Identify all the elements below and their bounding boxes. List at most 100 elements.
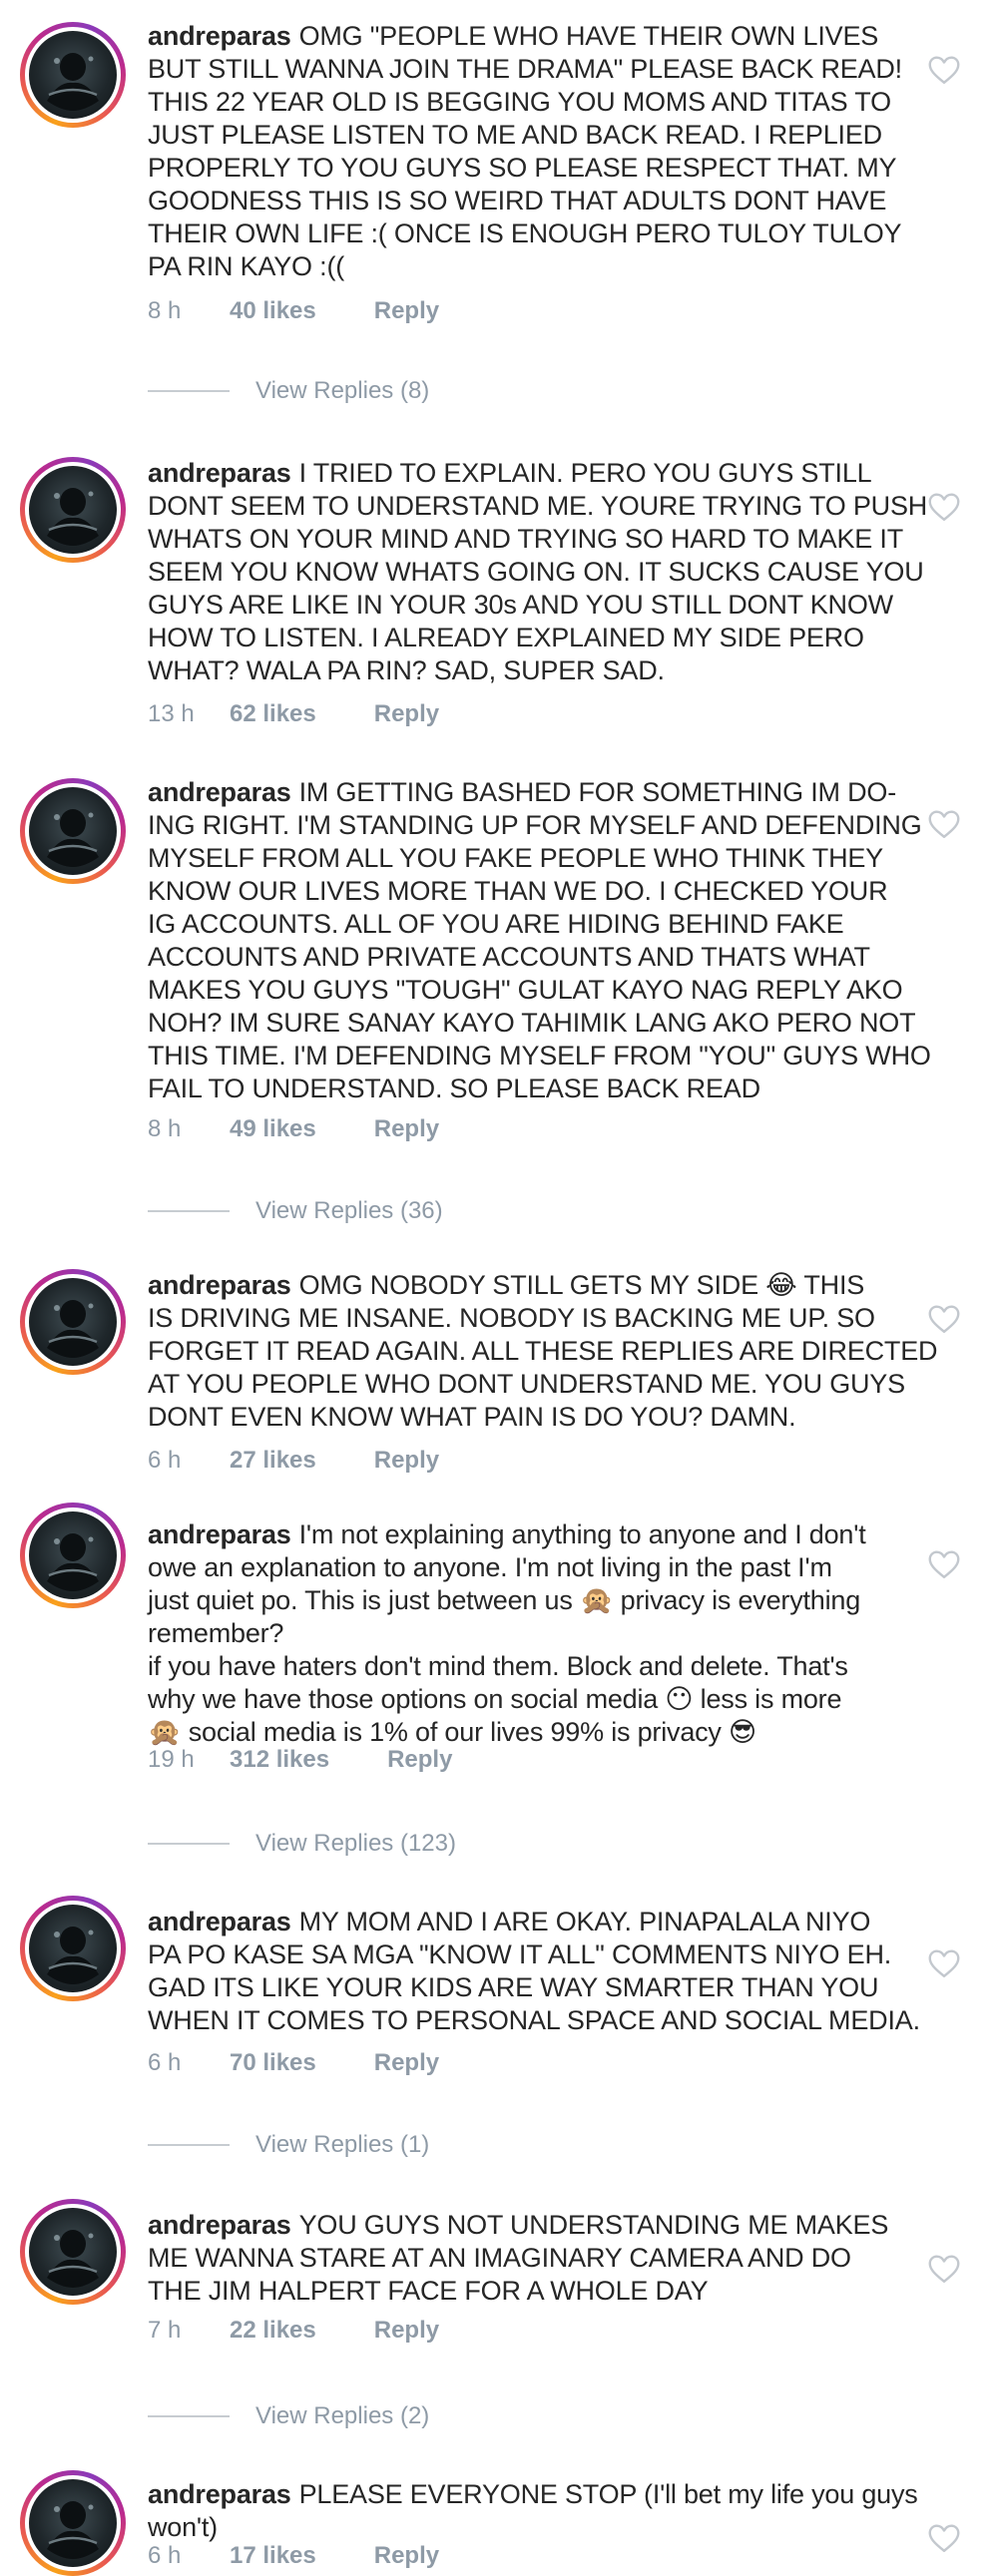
comment-line-text: WHATS ON YOUR MIND AND TRYING SO HARD TO…: [148, 524, 903, 554]
comment-line: PA RIN KAYO :((: [148, 250, 906, 283]
comment-line-text: KNOW OUR LIVES MORE THAN WE DO. I CHECKE…: [148, 876, 888, 906]
comment-text: andreparas PLEASE EVERYONE STOP (I'll bet…: [148, 2478, 918, 2544]
comment-line: why we have those options on social medi…: [148, 1683, 906, 1716]
view-replies-button[interactable]: View Replies (8): [148, 377, 429, 405]
comment-line: IS DRIVING ME INSANE. NOBODY IS BACKING …: [148, 1302, 906, 1335]
avatar[interactable]: [20, 22, 126, 128]
comment-line-text: PA RIN KAYO :((: [148, 251, 345, 281]
avatar[interactable]: [20, 1269, 126, 1375]
profile-photo: [29, 2208, 117, 2296]
replies-divider: [148, 2144, 230, 2146]
avatar[interactable]: [20, 457, 126, 563]
likes-count[interactable]: 17 likes: [230, 2542, 316, 2570]
like-heart-icon[interactable]: [926, 2251, 962, 2287]
comment-line: FAIL TO UNDERSTAND. SO PLEASE BACK READ: [148, 1073, 906, 1105]
username-link[interactable]: andreparas: [148, 1270, 291, 1300]
likes-count[interactable]: 70 likes: [230, 2049, 316, 2077]
comment-text: andreparas MY MOM AND I ARE OKAY. PINAPAL…: [148, 1906, 920, 2037]
reply-button[interactable]: Reply: [374, 1115, 439, 1143]
timestamp: 13 h: [148, 700, 195, 727]
comment-line-text: MYSELF FROM ALL YOU FAKE PEOPLE WHO THIN…: [148, 843, 883, 873]
comment-text: andreparas I TRIED TO EXPLAIN. PERO YOU G…: [148, 457, 927, 687]
comment-meta: 8 h 49 likes Reply: [148, 1115, 439, 1143]
username-link[interactable]: andreparas: [148, 2210, 291, 2240]
avatar[interactable]: [20, 2199, 126, 2305]
view-replies-label: View Replies (8): [255, 377, 430, 404]
username-link[interactable]: andreparas: [148, 21, 291, 51]
comment-text: andreparas I'm not explaining anything to…: [148, 1518, 906, 1749]
reply-button[interactable]: Reply: [374, 2317, 439, 2345]
like-heart-icon[interactable]: [926, 52, 962, 88]
profile-photo: [29, 1905, 117, 1992]
like-heart-icon[interactable]: [926, 1945, 962, 1981]
username-link[interactable]: andreparas: [148, 1907, 291, 1936]
comment-line: ME WANNA STARE AT AN IMAGINARY CAMERA AN…: [148, 2242, 906, 2275]
comment-line-text: AT YOU PEOPLE WHO DONT UNDERSTAND ME. YO…: [148, 1369, 905, 1399]
view-replies-label: View Replies (1): [255, 2131, 430, 2158]
view-replies-label: View Replies (123): [255, 1830, 456, 1857]
profile-photo: [29, 31, 117, 119]
avatar[interactable]: [20, 1503, 126, 1608]
comment-line: KNOW OUR LIVES MORE THAN WE DO. I CHECKE…: [148, 875, 906, 908]
comment-line-text: WHAT? WALA PA RIN? SAD, SUPER SAD.: [148, 655, 665, 685]
comment-line: andreparas MY MOM AND I ARE OKAY. PINAPAL…: [148, 1906, 906, 1938]
likes-count[interactable]: 40 likes: [230, 297, 316, 325]
comment-line: THIS 22 YEAR OLD IS BEGGING YOU MOMS AND…: [148, 86, 906, 119]
comment-line-text: PA PO KASE SA MGA "KNOW IT ALL" COMMENTS…: [148, 1939, 892, 1969]
comment-line: andreparas I TRIED TO EXPLAIN. PERO YOU G…: [148, 457, 906, 490]
username-link[interactable]: andreparas: [148, 1519, 291, 1549]
replies-divider: [148, 2415, 230, 2417]
comment-text: andreparas IM GETTING BASHED FOR SOMETHIN…: [148, 776, 931, 1105]
comment-line-text: THIS 22 YEAR OLD IS BEGGING YOU MOMS AND…: [148, 87, 891, 117]
timestamp: 7 h: [148, 2317, 182, 2344]
like-heart-icon[interactable]: [926, 1546, 962, 1582]
view-replies-button[interactable]: View Replies (123): [148, 1830, 456, 1858]
comment-line-text: HOW TO LISTEN. I ALREADY EXPLAINED MY SI…: [148, 623, 864, 652]
comment-line: remember?: [148, 1617, 906, 1650]
likes-count[interactable]: 312 likes: [230, 1746, 329, 1774]
avatar[interactable]: [20, 1896, 126, 2001]
avatar[interactable]: [20, 2470, 126, 2576]
like-heart-icon[interactable]: [926, 1301, 962, 1337]
reply-button[interactable]: Reply: [374, 1447, 439, 1475]
comment-meta: 6 h 27 likes Reply: [148, 1447, 439, 1475]
view-replies-button[interactable]: View Replies (2): [148, 2402, 429, 2430]
comment-line: AT YOU PEOPLE WHO DONT UNDERSTAND ME. YO…: [148, 1368, 906, 1401]
reply-button[interactable]: Reply: [387, 1746, 452, 1774]
avatar[interactable]: [20, 778, 126, 884]
comment-line-text: ME WANNA STARE AT AN IMAGINARY CAMERA AN…: [148, 2243, 851, 2273]
comment-line: won't): [148, 2511, 906, 2544]
view-replies-button[interactable]: View Replies (36): [148, 1197, 443, 1225]
like-heart-icon[interactable]: [926, 2520, 962, 2556]
likes-count[interactable]: 62 likes: [230, 700, 316, 728]
like-heart-icon[interactable]: [926, 806, 962, 842]
comment-line: andreparas IM GETTING BASHED FOR SOMETHIN…: [148, 776, 906, 809]
likes-count[interactable]: 49 likes: [230, 1115, 316, 1143]
comment-line-text: just quiet po. This is just between us 🙊…: [148, 1585, 861, 1615]
reply-button[interactable]: Reply: [374, 2542, 439, 2570]
comment-text: andreparas YOU GUYS NOT UNDERSTANDING ME …: [148, 2209, 906, 2308]
likes-count[interactable]: 27 likes: [230, 1447, 316, 1475]
comment-line: WHATS ON YOUR MIND AND TRYING SO HARD TO…: [148, 523, 906, 556]
comment-line: DONT EVEN KNOW WHAT PAIN IS DO YOU? DAMN…: [148, 1401, 906, 1434]
comment-line-text: DONT EVEN KNOW WHAT PAIN IS DO YOU? DAMN…: [148, 1402, 796, 1432]
comment-meta: 13 h 62 likes Reply: [148, 700, 439, 728]
comment-line-text: IS DRIVING ME INSANE. NOBODY IS BACKING …: [148, 1303, 875, 1333]
comment-line: THEIR OWN LIFE :( ONCE IS ENOUGH PERO TU…: [148, 217, 906, 250]
username-link[interactable]: andreparas: [148, 458, 291, 488]
comment-line-text: DONT SEEM TO UNDERSTAND ME. YOURE TRYING…: [148, 491, 928, 521]
comment-text: andreparas OMG NOBODY STILL GETS MY SIDE …: [148, 1269, 938, 1434]
comment-line-text: WHEN IT COMES TO PERSONAL SPACE AND SOCI…: [148, 2005, 920, 2035]
comment-line-text: THEIR OWN LIFE :( ONCE IS ENOUGH PERO TU…: [148, 218, 902, 248]
comment-meta: 6 h 70 likes Reply: [148, 2049, 439, 2077]
reply-button[interactable]: Reply: [374, 700, 439, 728]
reply-button[interactable]: Reply: [374, 2049, 439, 2077]
username-link[interactable]: andreparas: [148, 777, 291, 807]
username-link[interactable]: andreparas: [148, 2479, 291, 2509]
view-replies-button[interactable]: View Replies (1): [148, 2131, 429, 2159]
comment-line: if you have haters don't mind them. Bloc…: [148, 1650, 906, 1683]
comment-line: IG ACCOUNTS. ALL OF YOU ARE HIDING BEHIN…: [148, 908, 906, 941]
likes-count[interactable]: 22 likes: [230, 2317, 316, 2345]
reply-button[interactable]: Reply: [374, 297, 439, 325]
like-heart-icon[interactable]: [926, 489, 962, 525]
